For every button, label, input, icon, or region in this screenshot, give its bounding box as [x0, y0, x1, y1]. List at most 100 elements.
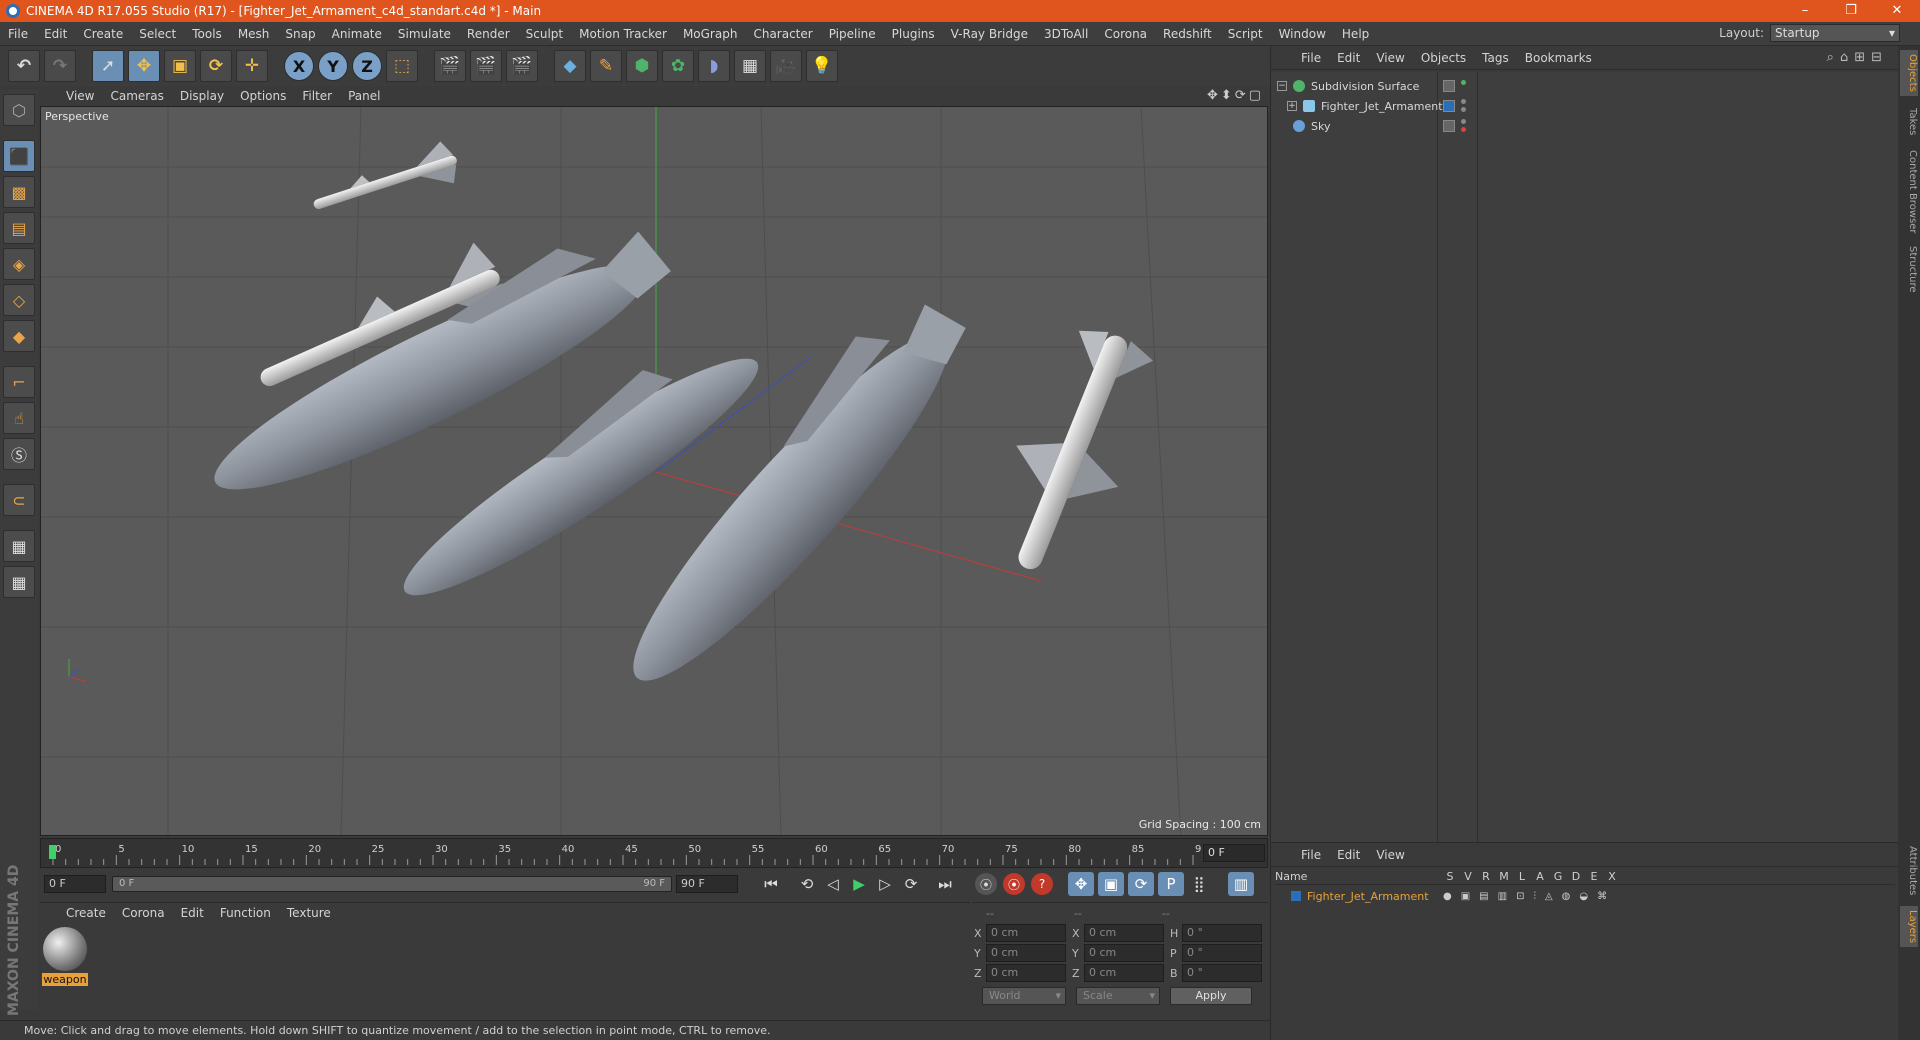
objmgr-menu-tags[interactable]: Tags — [1474, 51, 1517, 65]
viewport-menu-panel[interactable]: Panel — [340, 89, 388, 103]
expand-icon[interactable]: + — [1287, 101, 1297, 111]
edges-mode-icon[interactable]: ◇ — [3, 284, 35, 316]
menu-plugins[interactable]: Plugins — [884, 27, 943, 41]
record-active-objects-icon[interactable]: ⦿ — [1003, 873, 1025, 895]
expressions-column[interactable]: E — [1587, 870, 1601, 883]
viewport-menu-options[interactable]: Options — [232, 89, 294, 103]
floor-icon[interactable]: ▦ — [734, 50, 766, 82]
animation-column[interactable]: A — [1533, 870, 1547, 883]
layer-color-swatch[interactable] — [1291, 891, 1301, 901]
layer-row[interactable]: Fighter_Jet_Armament ●▣▤▥⊡⫶◬◍◒⌘ — [1275, 887, 1895, 905]
current-frame-field[interactable]: 0 F — [1203, 844, 1265, 862]
pos-x-field[interactable]: 0 cm — [986, 924, 1066, 942]
undo-icon[interactable]: ↶ — [8, 50, 40, 82]
size-x-field[interactable]: 0 cm — [1084, 924, 1164, 942]
cube-primitive-icon[interactable]: ◆ — [554, 50, 586, 82]
tab-content-browser[interactable]: Content Browser — [1900, 146, 1918, 237]
visibility-toggle-icon[interactable] — [1443, 80, 1455, 92]
key-point-level-icon[interactable]: ⣿ — [1186, 872, 1212, 896]
deformers-column[interactable]: D — [1569, 870, 1583, 883]
material-menu-function[interactable]: Function — [212, 906, 279, 920]
layermgr-menu-file[interactable]: File — [1293, 848, 1329, 862]
go-to-next-key-icon[interactable]: ⟳ — [898, 872, 924, 896]
next-frame-icon[interactable]: ▷ — [872, 872, 898, 896]
model-mode-icon[interactable]: ⬛ — [3, 140, 35, 172]
rotate-tool-icon[interactable]: ⟳ — [200, 50, 232, 82]
solo-column[interactable]: S — [1443, 870, 1457, 883]
layermgr-menu-edit[interactable]: Edit — [1329, 848, 1368, 862]
object-row-sky[interactable]: Sky — [1271, 116, 1899, 136]
key-parameter-icon[interactable]: P — [1158, 872, 1184, 896]
points-mode-icon[interactable]: ◈ — [3, 248, 35, 280]
objmgr-menu-view[interactable]: View — [1368, 51, 1412, 65]
editor-visibility-dot[interactable] — [1461, 99, 1466, 104]
objmgr-menu-edit[interactable]: Edit — [1329, 51, 1368, 65]
light-icon[interactable]: 💡 — [806, 50, 838, 82]
texture-mode-icon[interactable]: ▩ — [3, 176, 35, 208]
locked-column[interactable]: L — [1515, 870, 1529, 883]
record-keys-disabled-icon[interactable]: ⦿ — [975, 873, 997, 895]
go-to-previous-key-icon[interactable]: ⟲ — [794, 872, 820, 896]
layout-dropdown[interactable]: Startup — [1770, 24, 1900, 42]
menu-snap[interactable]: Snap — [277, 27, 323, 41]
preview-range-slider[interactable]: 0 F 90 F — [112, 876, 672, 892]
menu-window[interactable]: Window — [1271, 27, 1334, 41]
pos-z-field[interactable]: 0 cm — [986, 964, 1066, 982]
rot-p-field[interactable]: 0 ° — [1182, 944, 1262, 962]
size-mode-dropdown[interactable]: Scale — [1076, 987, 1160, 1005]
size-z-field[interactable]: 0 cm — [1084, 964, 1164, 982]
menu-edit[interactable]: Edit — [36, 27, 75, 41]
menu-render[interactable]: Render — [459, 27, 518, 41]
apply-button[interactable]: Apply — [1170, 987, 1252, 1005]
go-to-start-icon[interactable]: ⏮ — [758, 872, 784, 896]
menu-file[interactable]: File — [0, 27, 36, 41]
move-tool-icon[interactable]: ✥ — [128, 50, 160, 82]
axis-mode-icon[interactable]: ⌐ — [3, 366, 35, 398]
workplane-lock-icon[interactable]: ▦ — [3, 530, 35, 562]
spline-pen-icon[interactable]: ✎ — [590, 50, 622, 82]
collapse-icon[interactable]: − — [1277, 81, 1287, 91]
go-to-end-icon[interactable]: ⏭ — [932, 872, 958, 896]
menu-create[interactable]: Create — [75, 27, 131, 41]
menu-script[interactable]: Script — [1220, 27, 1271, 41]
xref-column[interactable]: X — [1605, 870, 1619, 883]
viewport-navigation-icons[interactable]: ✥⬍⟳▢ — [1207, 88, 1264, 103]
editor-visibility-dot[interactable] — [1461, 119, 1466, 124]
subdivision-surface-icon[interactable]: ⬢ — [626, 50, 658, 82]
tab-attributes[interactable]: Attributes — [1900, 842, 1918, 899]
menu-mograph[interactable]: MoGraph — [675, 27, 746, 41]
previous-frame-icon[interactable]: ◁ — [820, 872, 846, 896]
pos-y-field[interactable]: 0 cm — [986, 944, 1066, 962]
close-button[interactable]: ✕ — [1874, 0, 1920, 22]
coordinate-system-icon[interactable]: ⬚ — [386, 50, 418, 82]
snap-icon[interactable]: Ⓢ — [3, 438, 35, 470]
menu-motion-tracker[interactable]: Motion Tracker — [571, 27, 675, 41]
layer-color-icon[interactable] — [1443, 100, 1455, 112]
play-forward-icon[interactable]: ▶ — [846, 872, 872, 896]
material-menu-corona[interactable]: Corona — [114, 906, 173, 920]
timeline-ruler[interactable]: 051015202530354045505560657075808590 0 F — [40, 838, 1268, 868]
menu-animate[interactable]: Animate — [324, 27, 390, 41]
rot-h-field[interactable]: 0 ° — [1182, 924, 1262, 942]
menu-redshift[interactable]: Redshift — [1155, 27, 1220, 41]
objmgr-menu-objects[interactable]: Objects — [1413, 51, 1474, 65]
y-axis-lock-icon[interactable]: Y — [318, 51, 348, 81]
coordinate-mode-dropdown[interactable]: World — [982, 987, 1066, 1005]
polygons-mode-icon[interactable]: ◆ — [3, 320, 35, 352]
material-menu-texture[interactable]: Texture — [279, 906, 339, 920]
visibility-toggle-icon[interactable] — [1443, 120, 1455, 132]
menu-mesh[interactable]: Mesh — [230, 27, 278, 41]
key-rotation-icon[interactable]: ⟳ — [1128, 872, 1154, 896]
minimize-button[interactable]: – — [1782, 0, 1828, 22]
tab-layers[interactable]: Layers — [1900, 906, 1918, 948]
timeline-window-icon[interactable]: ▥ — [1228, 872, 1254, 896]
viewport-menu-view[interactable]: View — [58, 89, 102, 103]
key-position-icon[interactable]: ✥ — [1068, 872, 1094, 896]
menu-tools[interactable]: Tools — [184, 27, 230, 41]
render-visibility-dot[interactable] — [1461, 107, 1466, 112]
menu-simulate[interactable]: Simulate — [390, 27, 459, 41]
size-y-field[interactable]: 0 cm — [1084, 944, 1164, 962]
menu-3dtoall[interactable]: 3DToAll — [1036, 27, 1096, 41]
tab-objects[interactable]: Objects — [1900, 50, 1918, 96]
menu-help[interactable]: Help — [1334, 27, 1377, 41]
